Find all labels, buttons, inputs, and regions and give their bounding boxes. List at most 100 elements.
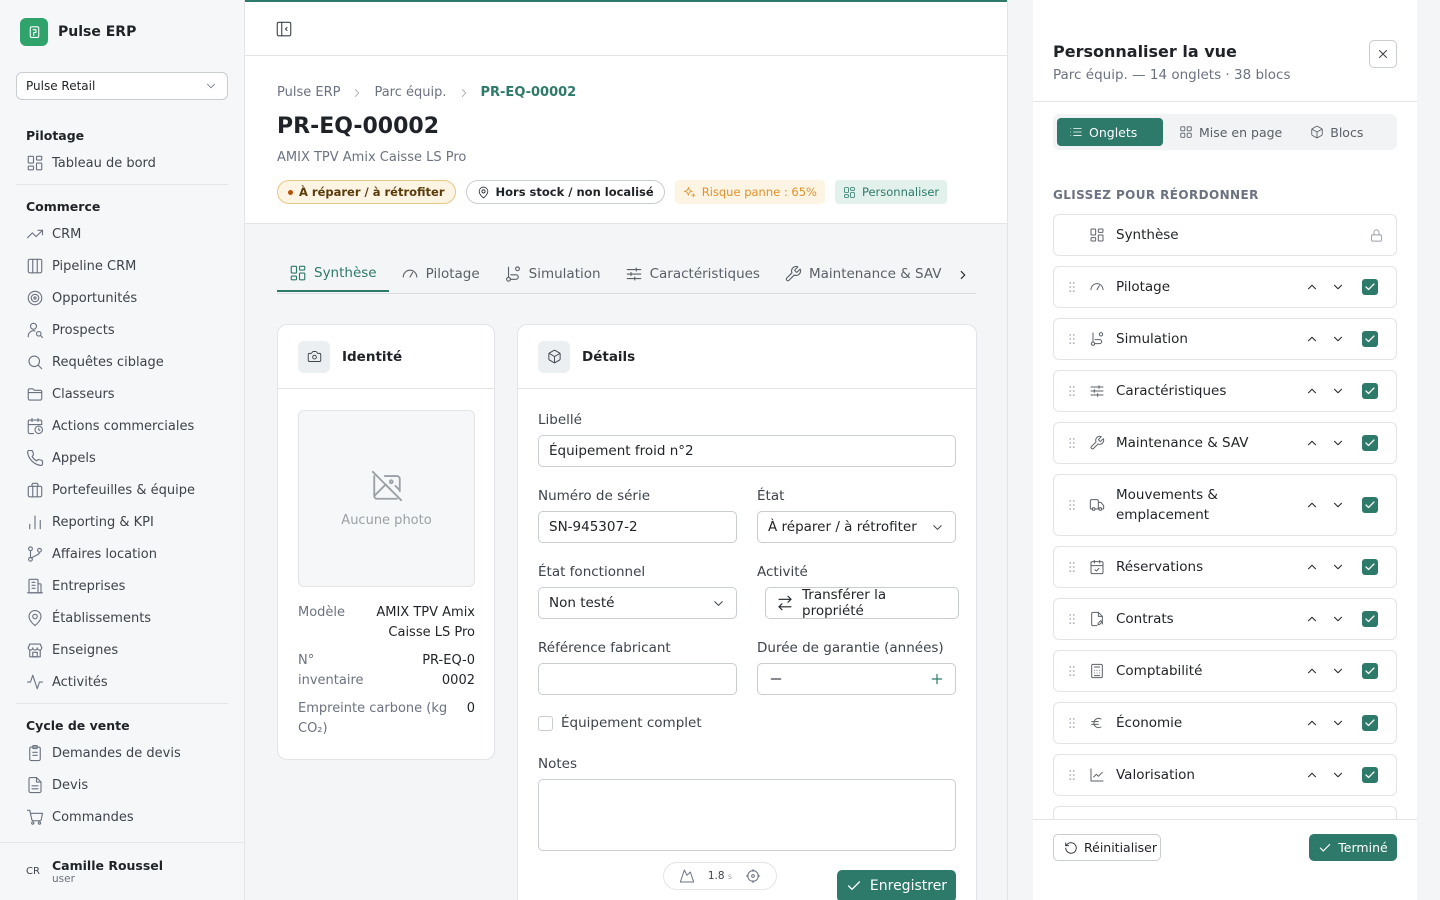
drag-handle-icon[interactable]: [1065, 560, 1079, 574]
move-down-icon[interactable]: [1331, 498, 1345, 512]
sidebar-item[interactable]: Établissements: [16, 602, 228, 634]
panel-row[interactable]: Caractéristiques: [1053, 370, 1397, 412]
app-logo[interactable]: Pulse ERP: [20, 18, 136, 46]
sidebar-item[interactable]: Entreprises: [16, 570, 228, 602]
move-up-icon[interactable]: [1305, 768, 1319, 782]
sidebar-item[interactable]: Appels: [16, 442, 228, 474]
complete-equipment-checkbox[interactable]: Équipement complet: [538, 715, 702, 731]
panel-row[interactable]: Simulation: [1053, 318, 1397, 360]
move-up-icon[interactable]: [1305, 384, 1319, 398]
panel-row[interactable]: Pilotage: [1053, 266, 1397, 308]
save-button[interactable]: Enregistrer: [837, 870, 956, 900]
plus-icon[interactable]: [929, 671, 945, 687]
move-up-icon[interactable]: [1305, 664, 1319, 678]
move-down-icon[interactable]: [1331, 280, 1345, 294]
sidebar-item[interactable]: Activités: [16, 666, 228, 698]
sidebar-item[interactable]: Classeurs: [16, 378, 228, 410]
segment-0[interactable]: Onglets: [1057, 118, 1163, 146]
drag-handle-icon[interactable]: [1065, 498, 1079, 512]
close-panel-button[interactable]: [1369, 40, 1397, 68]
sidebar-item[interactable]: Pipeline CRM: [16, 250, 228, 282]
sidebar-item[interactable]: Tableau de bord: [16, 147, 228, 179]
move-up-icon[interactable]: [1305, 498, 1319, 512]
notes-textarea[interactable]: [538, 779, 956, 851]
sidebar-item[interactable]: Prospects: [16, 314, 228, 346]
sidebar-toggle-icon[interactable]: [275, 20, 293, 38]
sidebar-item[interactable]: Devis: [16, 769, 228, 801]
warranty-stepper[interactable]: [757, 663, 956, 695]
move-up-icon[interactable]: [1305, 560, 1319, 574]
transfer-ownership-button[interactable]: Transférer la propriété: [765, 587, 959, 619]
move-up-icon[interactable]: [1305, 436, 1319, 450]
sidebar-item[interactable]: Opportunités: [16, 282, 228, 314]
drag-handle-icon[interactable]: [1065, 716, 1079, 730]
breadcrumb-parent[interactable]: Parc équip.: [374, 85, 446, 100]
panel-row[interactable]: Comptabilité: [1053, 650, 1397, 692]
segment-2[interactable]: Blocs: [1298, 118, 1375, 146]
tab-2[interactable]: Simulation: [492, 256, 613, 292]
move-up-icon[interactable]: [1305, 716, 1319, 730]
segment-1[interactable]: Mise en page: [1167, 118, 1294, 146]
drag-handle-icon[interactable]: [1065, 768, 1079, 782]
manufacturer-ref-input[interactable]: [538, 663, 737, 695]
panel-row[interactable]: Valorisation: [1053, 754, 1397, 796]
panel-row[interactable]: Contrats: [1053, 598, 1397, 640]
panel-row[interactable]: Économie: [1053, 702, 1397, 744]
sidebar-item[interactable]: Actions commerciales: [16, 410, 228, 442]
minus-icon[interactable]: [768, 671, 784, 687]
panel-row[interactable]: Réservations: [1053, 546, 1397, 588]
state-select[interactable]: À réparer / à rétrofiter: [757, 511, 956, 543]
tabs-scroll-right-button[interactable]: [950, 262, 976, 288]
sidebar-item[interactable]: Enseignes: [16, 634, 228, 666]
drag-handle-icon[interactable]: [1065, 332, 1079, 346]
visibility-checkbox[interactable]: [1362, 767, 1378, 783]
move-up-icon[interactable]: [1305, 612, 1319, 626]
panel-row[interactable]: Maintenance & SAV: [1053, 422, 1397, 464]
visibility-checkbox[interactable]: [1362, 497, 1378, 513]
tab-1[interactable]: Pilotage: [389, 256, 492, 292]
sidebar-item[interactable]: Demandes de devis: [16, 737, 228, 769]
move-down-icon[interactable]: [1331, 612, 1345, 626]
mountain-icon[interactable]: [679, 868, 695, 884]
move-down-icon[interactable]: [1331, 332, 1345, 346]
move-down-icon[interactable]: [1331, 436, 1345, 450]
sidebar-item[interactable]: Reporting & KPI: [16, 506, 228, 538]
drag-handle-icon[interactable]: [1065, 664, 1079, 678]
panel-row[interactable]: Mouvements & emplacement: [1053, 474, 1397, 536]
sidebar-item[interactable]: Commandes: [16, 801, 228, 833]
checkbox[interactable]: [538, 715, 553, 731]
visibility-checkbox[interactable]: [1362, 331, 1378, 347]
move-down-icon[interactable]: [1331, 768, 1345, 782]
visibility-checkbox[interactable]: [1362, 715, 1378, 731]
sidebar-item[interactable]: Requêtes ciblage: [16, 346, 228, 378]
customize-button[interactable]: Personnaliser: [834, 180, 948, 204]
tab-4[interactable]: Maintenance & SAV: [772, 256, 953, 292]
move-up-icon[interactable]: [1305, 332, 1319, 346]
reset-button[interactable]: Réinitialiser: [1053, 834, 1161, 861]
serial-number-input[interactable]: SN-945307-2: [538, 511, 737, 543]
move-down-icon[interactable]: [1331, 560, 1345, 574]
visibility-checkbox[interactable]: [1362, 611, 1378, 627]
drag-handle-icon[interactable]: [1065, 612, 1079, 626]
breadcrumb-root[interactable]: Pulse ERP: [277, 85, 340, 100]
organization-select[interactable]: Pulse Retail: [16, 72, 228, 100]
move-down-icon[interactable]: [1331, 384, 1345, 398]
crosshair-icon[interactable]: [745, 868, 761, 884]
move-down-icon[interactable]: [1331, 716, 1345, 730]
tab-3[interactable]: Caractéristiques: [613, 256, 772, 292]
visibility-checkbox[interactable]: [1362, 383, 1378, 399]
panel-row[interactable]: Liens & QR: [1053, 806, 1397, 820]
move-up-icon[interactable]: [1305, 280, 1319, 294]
done-button[interactable]: Terminé: [1309, 834, 1397, 861]
tab-0[interactable]: Synthèse: [277, 256, 389, 292]
sidebar-item[interactable]: CRM: [16, 218, 228, 250]
functional-state-select[interactable]: Non testé: [538, 587, 737, 619]
visibility-checkbox[interactable]: [1362, 435, 1378, 451]
drag-handle-icon[interactable]: [1065, 436, 1079, 450]
drag-handle-icon[interactable]: [1065, 280, 1079, 294]
move-down-icon[interactable]: [1331, 664, 1345, 678]
drag-handle-icon[interactable]: [1065, 384, 1079, 398]
visibility-checkbox[interactable]: [1362, 559, 1378, 575]
photo-placeholder[interactable]: Aucune photo: [298, 410, 475, 587]
sidebar-item[interactable]: Affaires location: [16, 538, 228, 570]
